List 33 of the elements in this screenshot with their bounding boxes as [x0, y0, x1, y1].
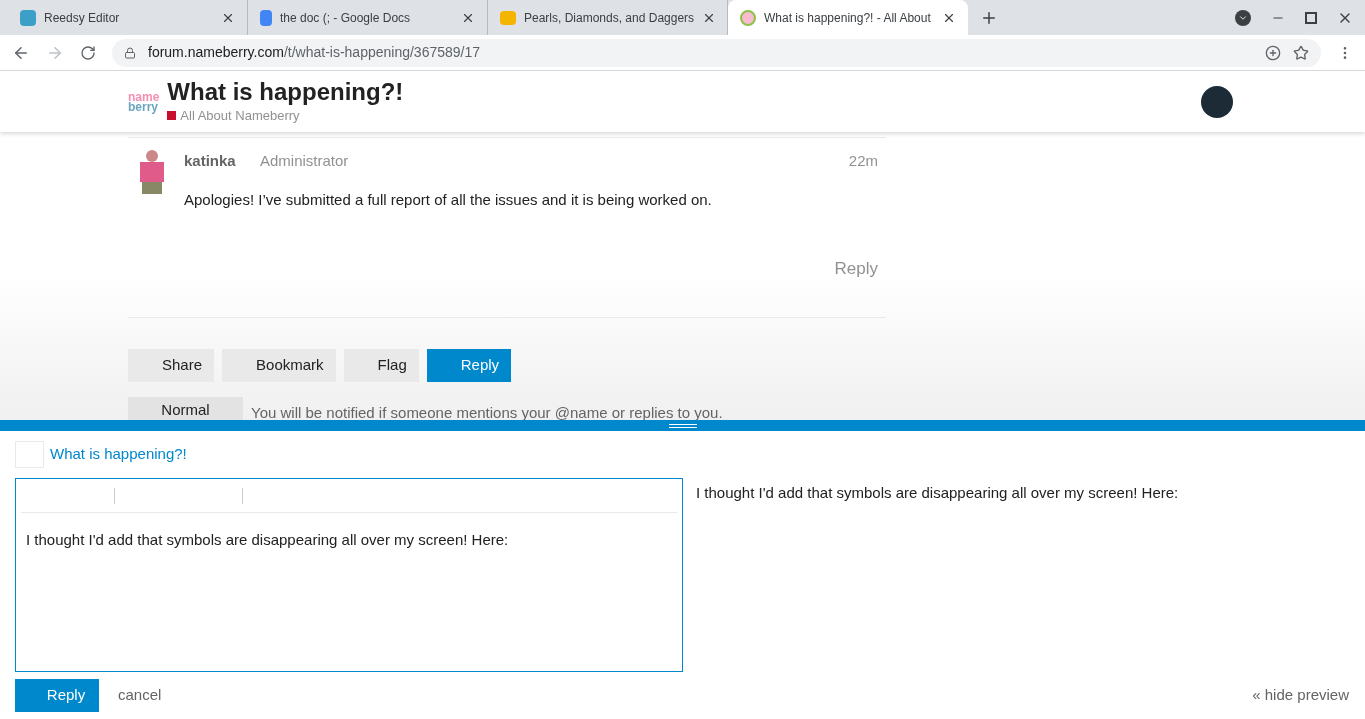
- lock-icon: [124, 46, 136, 59]
- restore-icon[interactable]: [1305, 11, 1317, 24]
- tab-title: the doc (; - Google Docs: [280, 9, 412, 27]
- tab-title: What is happening?! - All About: [764, 9, 932, 27]
- tab-search-icon[interactable]: [1235, 9, 1251, 26]
- avatar[interactable]: [1201, 85, 1233, 118]
- action-button[interactable]: Reply: [426, 348, 512, 382]
- reply-text-area[interactable]: I thought I'd add that symbols are disappearing all over my screen! Here:: [21, 513, 677, 671]
- user-role: Administrator: [260, 151, 350, 171]
- action-button[interactable]: Share: [128, 348, 215, 382]
- action-button[interactable]: Bookmark: [222, 348, 336, 382]
- browser-tab[interactable]: What is happening?! - All About: [728, 0, 968, 35]
- slides-icon: [500, 10, 516, 25]
- composer-grip[interactable]: [0, 420, 1365, 431]
- address-bar[interactable]: forum.nameberry.com/t/what-is-happening/367589/17: [112, 38, 1321, 67]
- submit-reply-button[interactable]: Reply: [15, 679, 99, 712]
- add-icon[interactable]: [1265, 44, 1281, 61]
- post-body: Apologies! I’ve submitted a full report of all the issues and it is being worked on.: [184, 189, 713, 210]
- star-icon[interactable]: [1293, 44, 1309, 61]
- topic-title[interactable]: What is happening?!: [167, 77, 1201, 106]
- action-button[interactable]: Flag: [343, 348, 419, 382]
- tab-title: Reedsy Editor: [44, 9, 121, 27]
- title-field[interactable]: What is happening?!: [50, 443, 450, 466]
- hide-preview-link[interactable]: « hide preview: [1252, 684, 1349, 707]
- preview-text: I thought I'd add that symbols are disappearing all over my screen! Here:: [696, 483, 1179, 503]
- editor-box[interactable]: I thought I'd add that symbols are disappearing all over my screen! Here:: [15, 478, 683, 672]
- url-text: forum.nameberry.com/t/what-is-happening/367589/17: [148, 43, 482, 62]
- notification-level-button[interactable]: Normal: [128, 396, 243, 420]
- document-icon: [260, 9, 272, 26]
- username[interactable]: katinka: [184, 150, 260, 173]
- tab-title: Pearls, Diamonds, and Daggers: [524, 9, 695, 27]
- reload-icon[interactable]: [80, 44, 96, 61]
- cancel-link[interactable]: cancel: [118, 684, 162, 707]
